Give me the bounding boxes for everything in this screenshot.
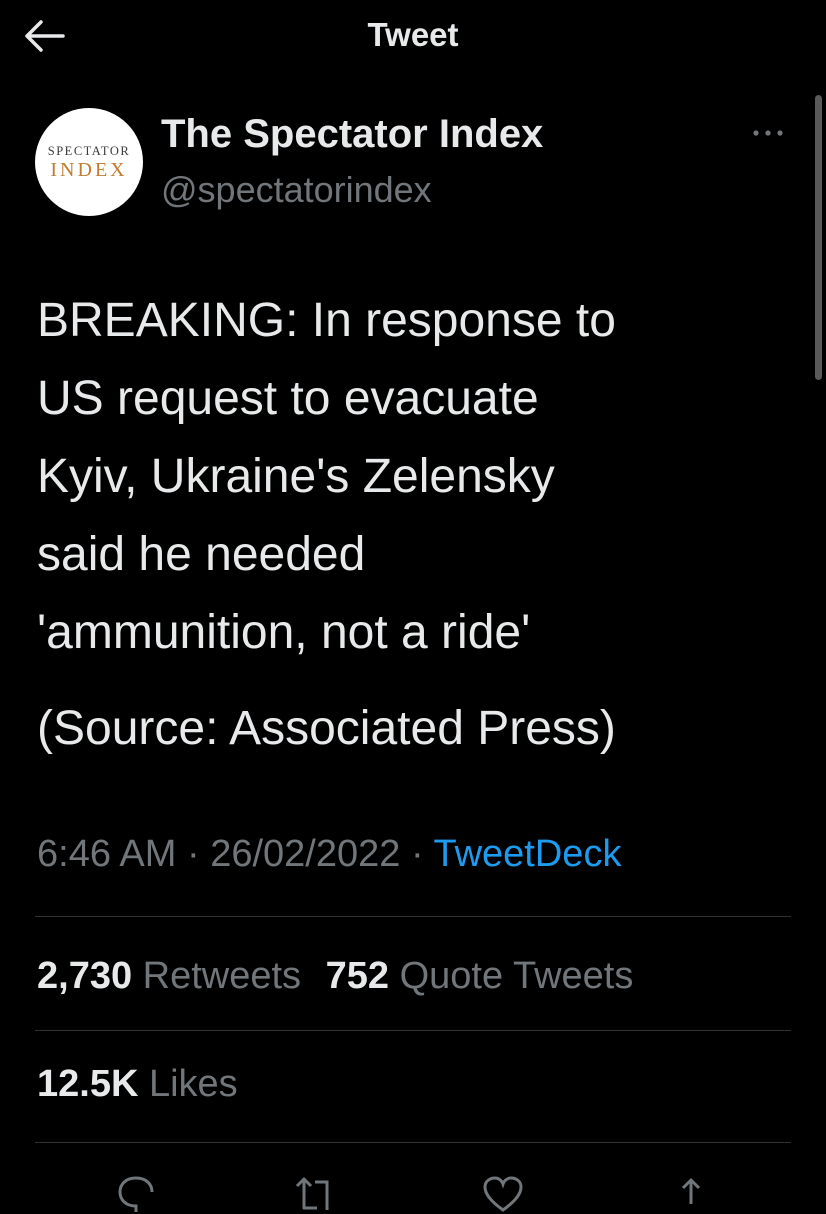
tweet-meta: 6:46 AM · 26/02/2022 · TweetDeck	[37, 826, 621, 882]
retweets-count: 2,730	[37, 955, 133, 997]
like-icon	[483, 1176, 523, 1212]
quote-tweets-stat[interactable]: 752 Quote Tweets	[326, 955, 634, 997]
reply-button[interactable]	[111, 1174, 161, 1214]
quote-tweets-count: 752	[325, 955, 390, 997]
avatar-logo-top: SPECTATOR	[47, 143, 131, 158]
top-bar: Tweet	[0, 0, 826, 72]
engagement-stats: 2,730 Retweets 752 Quote Tweets	[37, 950, 647, 1002]
divider	[35, 1142, 791, 1143]
tweet-client-link[interactable]: TweetDeck	[433, 833, 621, 875]
more-options-button[interactable]	[748, 118, 788, 148]
divider	[35, 916, 791, 917]
retweet-button[interactable]	[290, 1174, 340, 1214]
retweet-icon	[295, 1177, 329, 1210]
reply-icon	[118, 1176, 154, 1212]
divider	[35, 1030, 791, 1031]
avatar-logo-bottom: INDEX	[50, 158, 128, 181]
author-handle[interactable]: @spectatorindex	[161, 168, 432, 212]
likes-count: 12.5K	[37, 1063, 139, 1105]
scrollbar-thumb[interactable]	[815, 95, 822, 380]
share-icon	[681, 1178, 701, 1204]
likes-stat[interactable]: 12.5K Likes	[37, 1063, 238, 1105]
tweet-date: 26/02/2022	[210, 833, 401, 875]
author-display-name[interactable]: The Spectator Index	[161, 110, 543, 158]
tweet-text: BREAKING: In response to US request to e…	[37, 294, 616, 659]
quote-tweets-label: Quote Tweets	[399, 955, 634, 997]
retweets-label: Retweets	[142, 955, 302, 997]
likes-row: 12.5K Likes	[37, 1058, 252, 1110]
likes-label: Likes	[148, 1063, 238, 1105]
page-title: Tweet	[367, 16, 459, 53]
avatar[interactable]: SPECTATOR INDEX	[35, 108, 143, 216]
meta-separator: ·	[186, 833, 200, 875]
more-dots-icon	[753, 130, 783, 136]
tweet-time: 6:46 AM	[37, 833, 177, 875]
tweet-source-line: (Source: Associated Press)	[37, 702, 616, 755]
retweets-stat[interactable]: 2,730 Retweets	[37, 955, 312, 997]
meta-separator: ·	[410, 833, 424, 875]
share-button[interactable]	[666, 1174, 716, 1214]
like-button[interactable]	[478, 1174, 528, 1214]
tweet-actions	[0, 1166, 826, 1212]
